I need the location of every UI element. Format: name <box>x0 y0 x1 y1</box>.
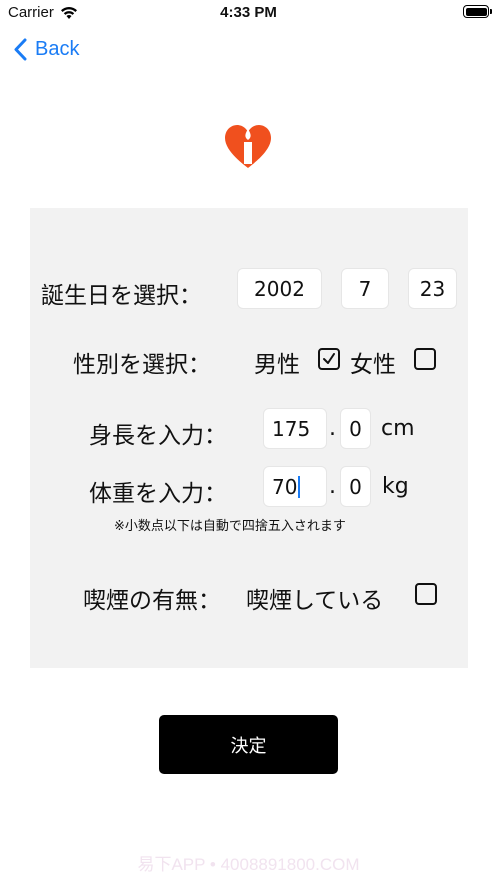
heart-candle-logo <box>223 124 273 174</box>
text-cursor <box>298 475 301 498</box>
status-bar: Carrier 4:33 PM <box>0 0 497 28</box>
smoking-option-label: 喫煙している <box>246 588 384 614</box>
status-time: 4:33 PM <box>220 4 277 21</box>
gender-label: 性別を選択： <box>73 352 211 378</box>
female-label: 女性 <box>350 352 396 378</box>
weight-integer-value: 70 <box>272 474 298 499</box>
male-checkbox[interactable] <box>318 348 340 370</box>
height-decimal-input[interactable]: 0 <box>340 408 371 449</box>
battery-icon <box>463 5 492 18</box>
form-panel: 誕生日を選択： 2002 7 23 性別を選択： 男性 女性 身長を入力： 17… <box>30 208 468 668</box>
weight-decimal-input[interactable]: 0 <box>340 466 371 507</box>
weight-label: 体重を入力： <box>89 481 227 507</box>
chevron-left-icon <box>14 38 27 61</box>
height-decimal-separator: . <box>329 416 336 441</box>
female-checkbox[interactable] <box>414 348 436 370</box>
submit-button[interactable]: 決定 <box>159 715 338 774</box>
weight-decimal-separator: . <box>329 474 336 499</box>
male-label: 男性 <box>254 352 300 378</box>
rounding-note: ※小数点以下は自動で四捨五入されます <box>114 519 346 534</box>
back-label: Back <box>35 38 80 60</box>
smoking-label: 喫煙の有無： <box>83 588 221 614</box>
weight-integer-input[interactable]: 70 <box>263 466 327 507</box>
height-unit: cm <box>381 416 415 441</box>
watermark: 易下APP • 4008891800.COM <box>137 855 360 874</box>
birth-month-input[interactable]: 7 <box>341 268 389 309</box>
height-integer-input[interactable]: 175 <box>263 408 327 449</box>
birth-day-input[interactable]: 23 <box>408 268 457 309</box>
birth-year-input[interactable]: 2002 <box>237 268 322 309</box>
weight-unit: kg <box>382 474 409 499</box>
back-button[interactable]: Back <box>14 38 79 61</box>
checkmark-icon <box>323 353 335 364</box>
smoking-checkbox[interactable] <box>415 583 437 605</box>
height-label: 身長を入力： <box>89 423 227 449</box>
birthday-label: 誕生日を選択： <box>41 283 202 309</box>
